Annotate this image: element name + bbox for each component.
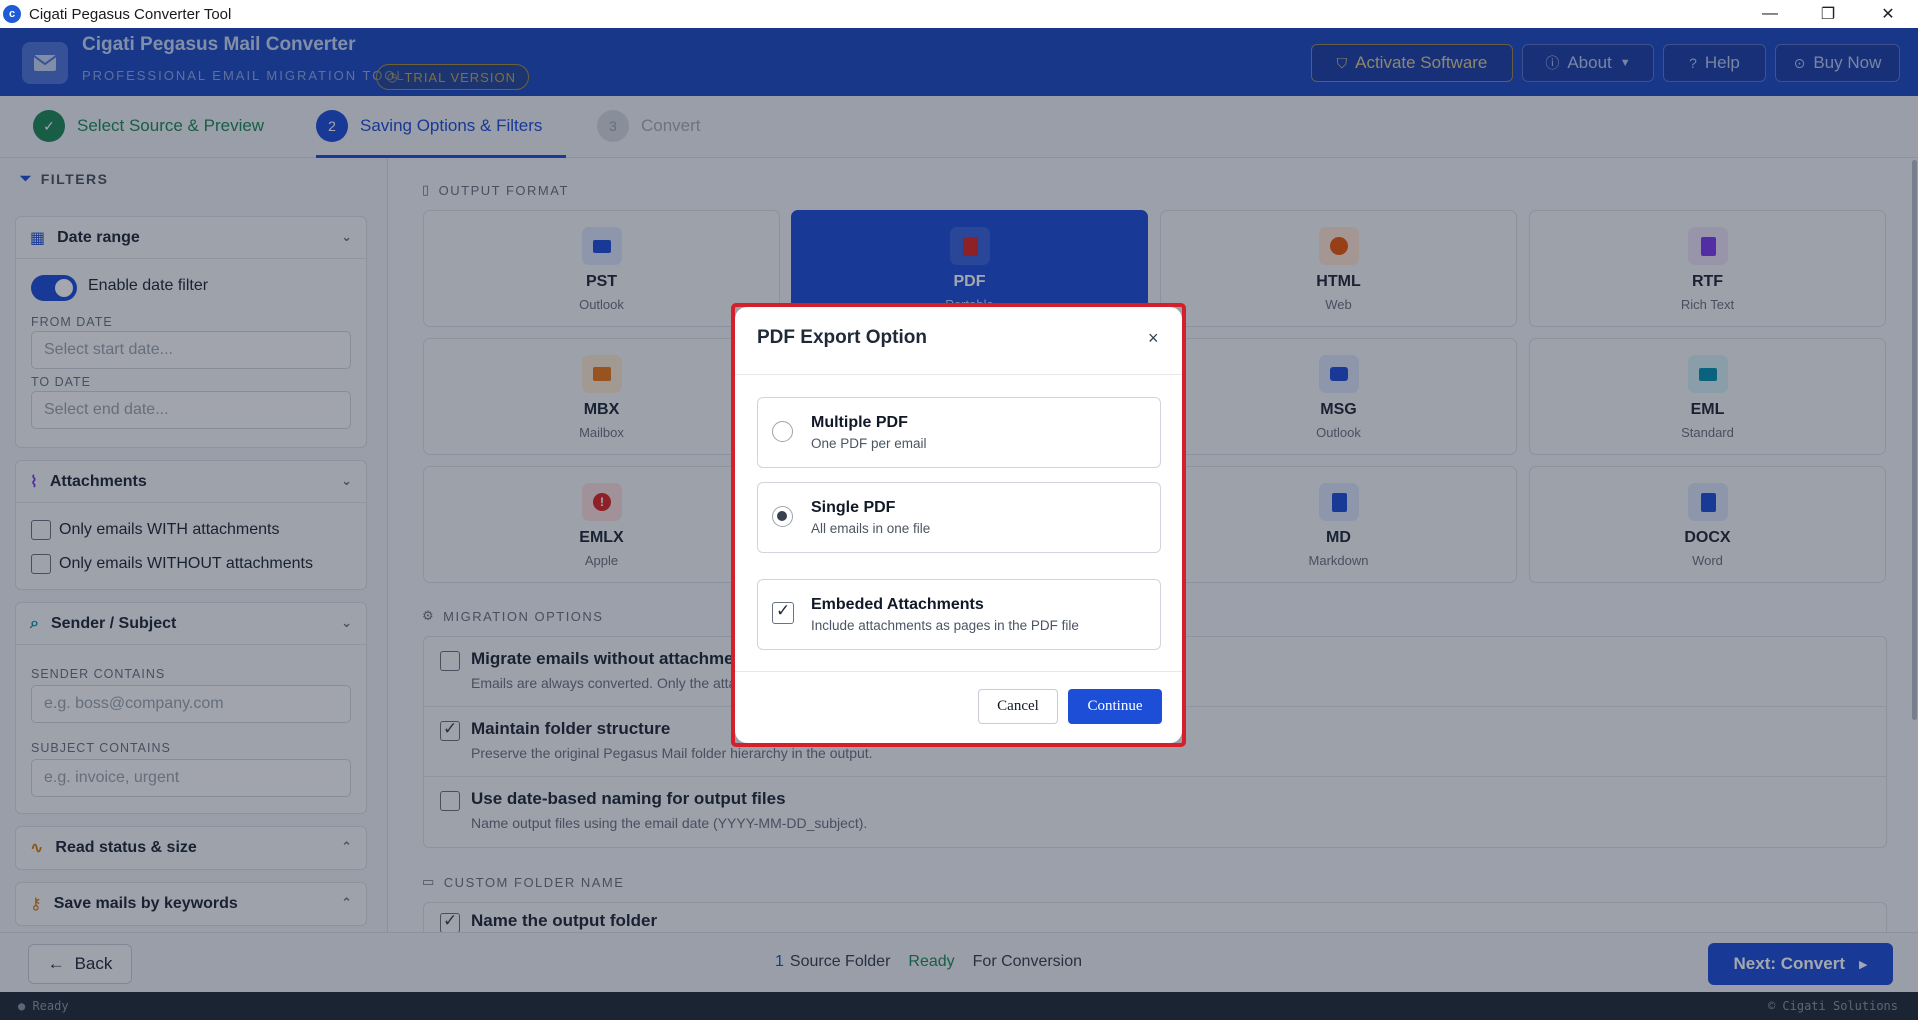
option-desc: All emails in one file xyxy=(811,521,931,536)
dialog-title: PDF Export Option xyxy=(757,327,927,348)
option-title: Single PDF xyxy=(811,499,896,516)
window-title: Cigati Pegasus Converter Tool xyxy=(29,5,232,23)
option-single-pdf[interactable]: Single PDF All emails in one file xyxy=(757,482,1161,553)
app-icon: c xyxy=(3,5,21,23)
multiple-pdf-radio[interactable] xyxy=(772,421,793,442)
close-window-button[interactable]: ✕ xyxy=(1860,0,1916,28)
dialog-close-icon[interactable]: × xyxy=(1148,328,1159,349)
single-pdf-radio[interactable] xyxy=(772,506,793,527)
minimize-button[interactable]: — xyxy=(1742,0,1798,28)
option-multiple-pdf[interactable]: Multiple PDF One PDF per email xyxy=(757,397,1161,468)
pdf-export-dialog: PDF Export Option × Multiple PDF One PDF… xyxy=(735,307,1182,743)
divider xyxy=(735,671,1182,672)
option-title: Embeded Attachments xyxy=(811,596,984,613)
option-desc: One PDF per email xyxy=(811,436,927,451)
embed-attachments-checkbox[interactable] xyxy=(772,601,794,624)
divider xyxy=(735,374,1182,375)
window-titlebar: c Cigati Pegasus Converter Tool — ❐ ✕ xyxy=(0,0,1918,28)
continue-button[interactable]: Continue xyxy=(1068,689,1162,724)
copyright-text: © Cigati Solutions xyxy=(1767,999,1898,1013)
option-desc: Include attachments as pages in the PDF … xyxy=(811,618,1079,633)
cancel-button[interactable]: Cancel xyxy=(978,689,1058,724)
maximize-button[interactable]: ❐ xyxy=(1800,0,1856,28)
status-bar: ● Ready © Cigati Solutions xyxy=(0,992,1918,1020)
option-title: Multiple PDF xyxy=(811,414,908,431)
status-ready: ● Ready xyxy=(18,999,69,1013)
option-embed-attachments[interactable]: Embeded Attachments Include attachments … xyxy=(757,579,1161,650)
